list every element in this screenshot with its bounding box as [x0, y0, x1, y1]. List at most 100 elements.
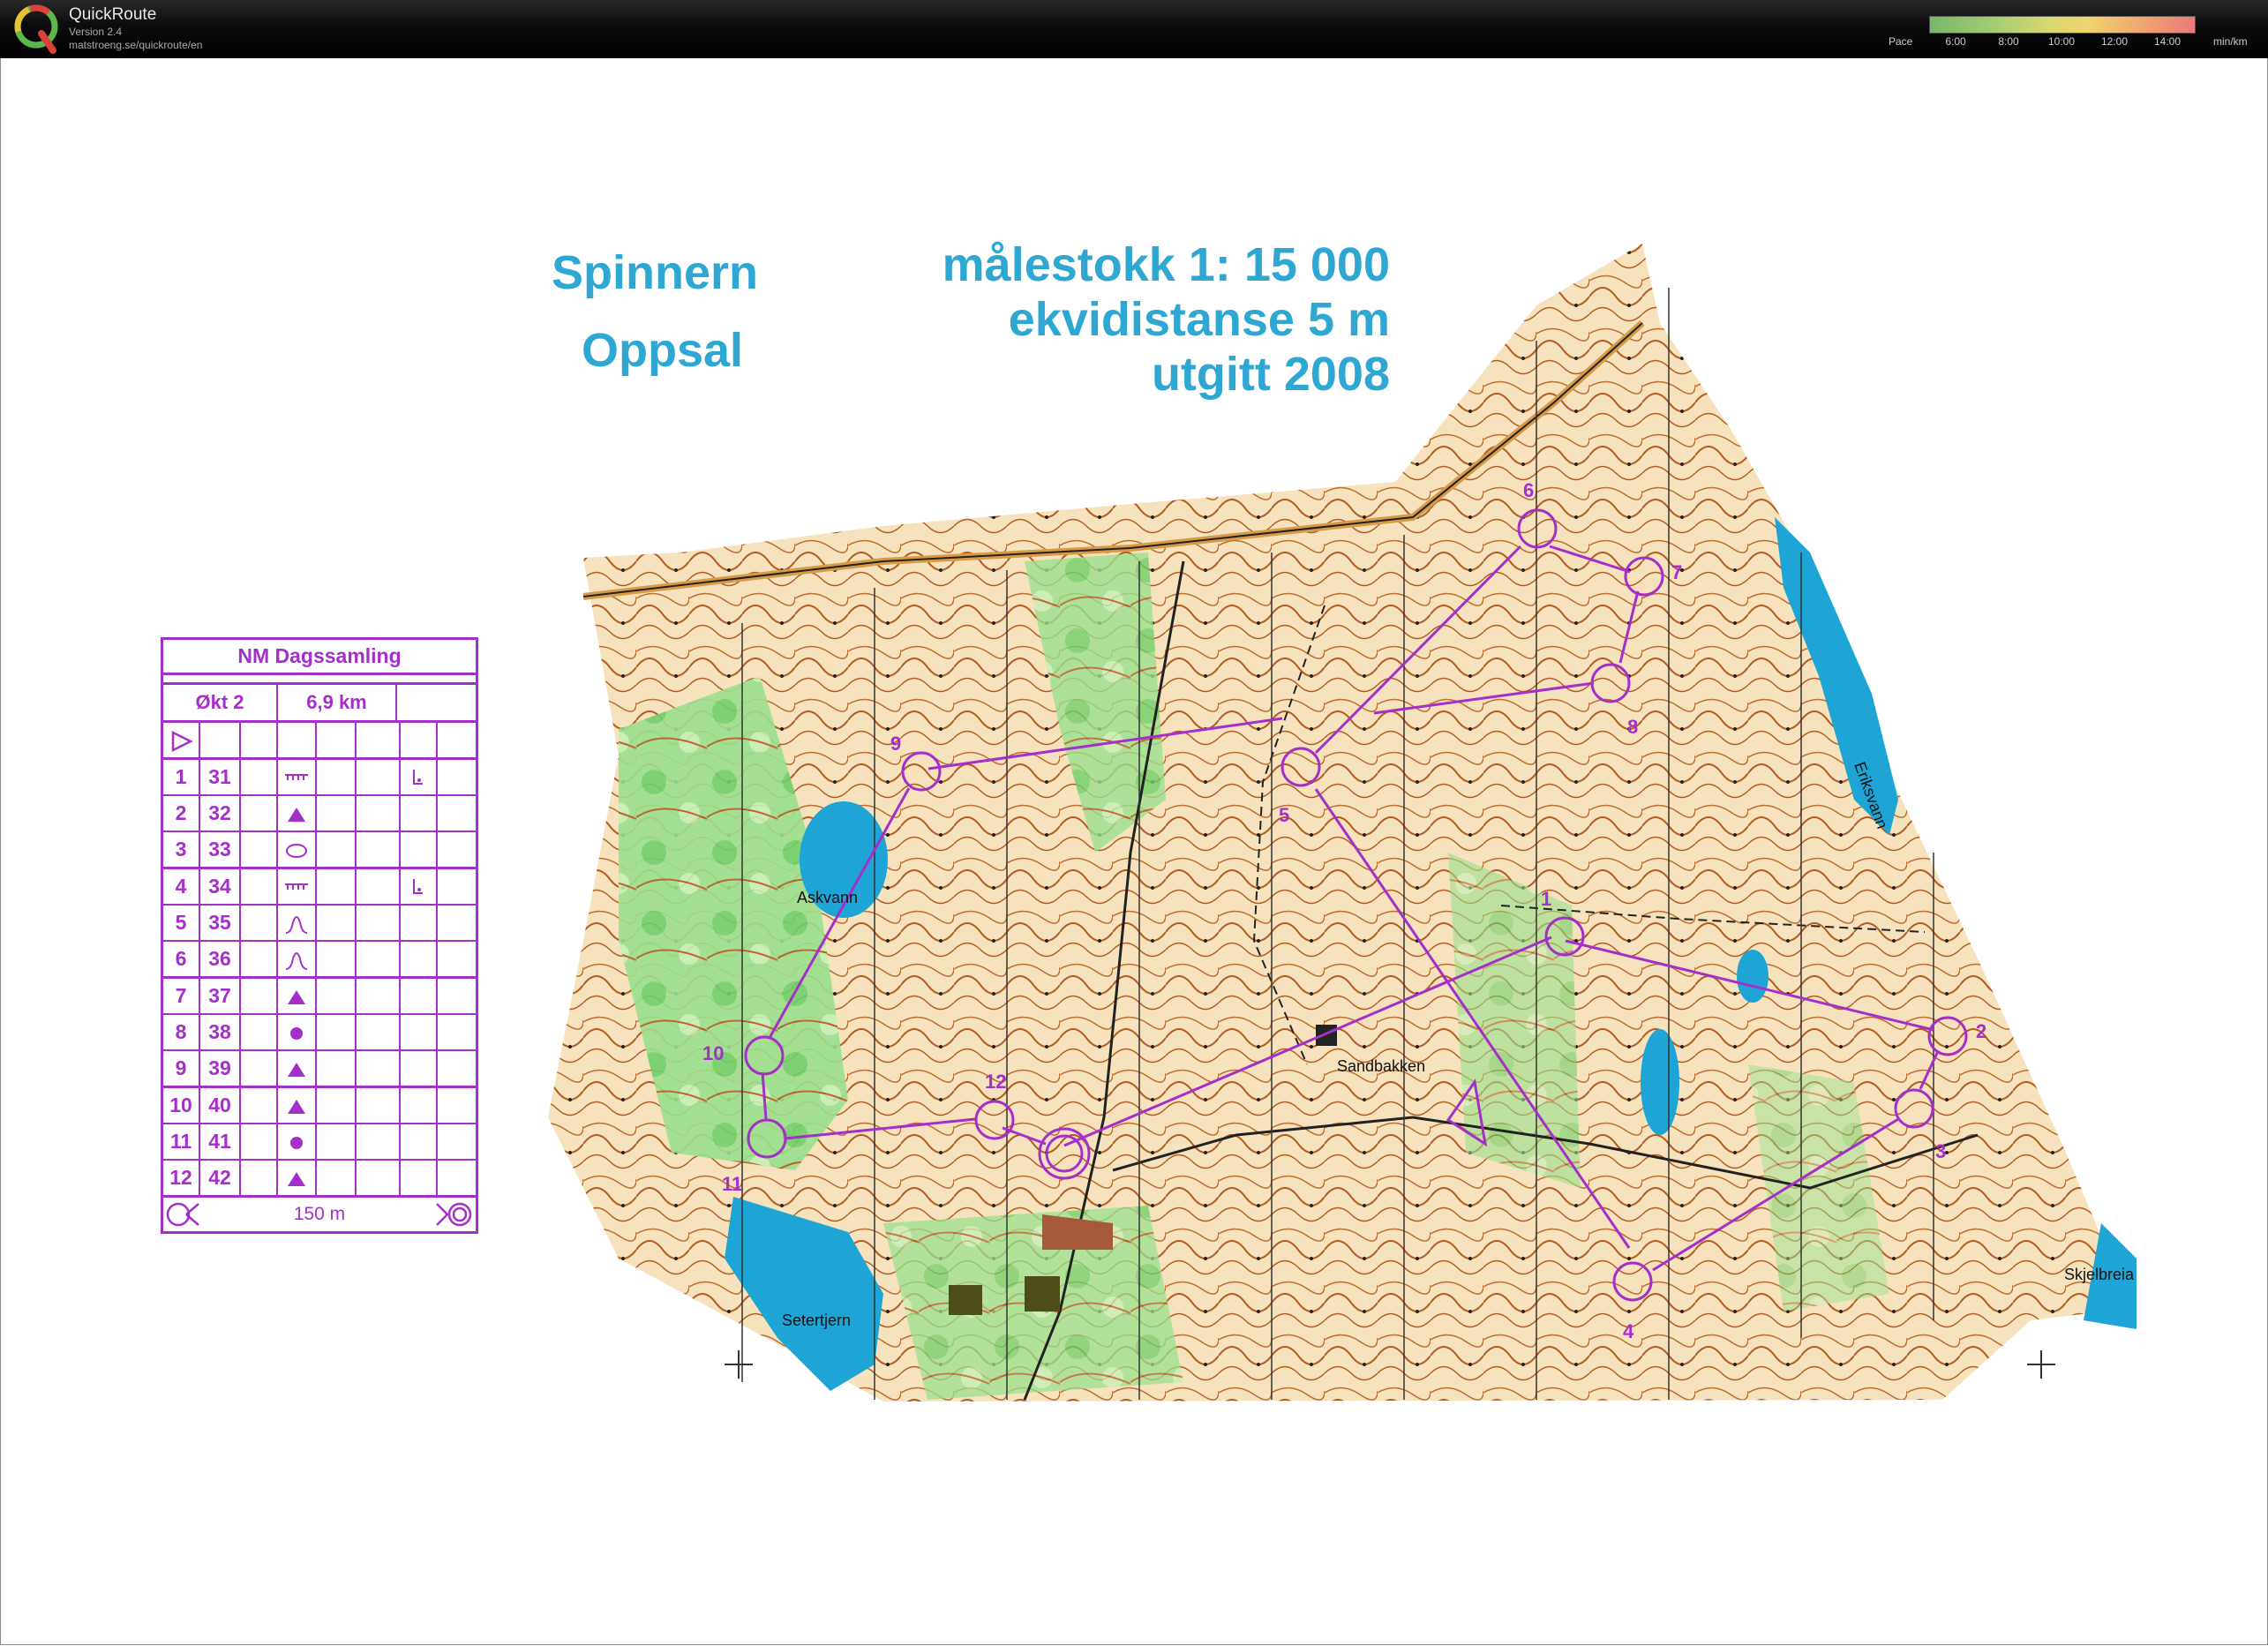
- pond: [1641, 1029, 1679, 1135]
- control-code: 36: [200, 942, 241, 976]
- control-sequence: 2: [163, 796, 200, 831]
- vegetation-area: [1448, 853, 1581, 1188]
- app-url-link[interactable]: matstroeng.se/quickroute/en: [69, 39, 202, 51]
- control-row: 2 32: [163, 796, 476, 832]
- control-sequence: 5: [163, 906, 200, 940]
- place-name: Sandbakken: [1337, 1057, 1425, 1075]
- control-number: 10: [702, 1042, 724, 1064]
- control-description: NM Dagssamling Økt 2 6,9 km 1 31 2 32 3 33 4 34…: [161, 637, 478, 1234]
- pond: [1737, 950, 1769, 1003]
- triangle-icon: [278, 1088, 317, 1123]
- pace-unit: min/km: [2213, 35, 2248, 48]
- cliff-icon: [278, 869, 317, 904]
- cliff-icon: [278, 760, 317, 794]
- control-sequence: 1: [163, 760, 200, 794]
- session-label: Økt 2: [163, 685, 278, 720]
- control-code: 42: [200, 1161, 241, 1195]
- pace-tick: 14:00: [2153, 35, 2182, 48]
- map-title: Spinnern: [552, 246, 759, 299]
- control-number: 8: [1627, 716, 1638, 738]
- blank-cell: [401, 1015, 438, 1049]
- blank-cell: [401, 796, 438, 831]
- title-bar: QuickRoute Version 2.4 matstroeng.se/qui…: [0, 0, 2268, 58]
- control-code: 33: [200, 832, 241, 867]
- control-number: 12: [985, 1071, 1006, 1093]
- pace-tick: 12:00: [2100, 35, 2129, 48]
- control-code: 37: [200, 979, 241, 1013]
- event-name: NM Dagssamling: [163, 640, 476, 675]
- control-sequence: 8: [163, 1015, 200, 1049]
- quickroute-logo-icon: [14, 4, 58, 54]
- app-version: Version 2.4: [69, 26, 123, 38]
- map-scale: målestokk 1: 15 000: [942, 238, 1390, 291]
- app-name: QuickRoute: [69, 5, 157, 24]
- control-sequence: 4: [163, 869, 200, 904]
- navigate-to-finish-icon: [166, 1202, 199, 1227]
- knoll-icon: [278, 906, 317, 940]
- blank-cell: [401, 1161, 438, 1195]
- control-sequence: 3: [163, 832, 200, 867]
- pace-tick: 6:00: [1945, 35, 1966, 48]
- triangle-icon: [278, 1051, 317, 1086]
- control-sequence: 10: [163, 1088, 200, 1123]
- blank-cell: [401, 979, 438, 1013]
- control-number: 6: [1523, 479, 1534, 501]
- foot-of-feature-icon: [401, 869, 438, 904]
- triangle-icon: [278, 796, 317, 831]
- control-row: 9 39: [163, 1051, 476, 1088]
- triangle-icon: [278, 979, 317, 1013]
- control-code: 35: [200, 906, 241, 940]
- map-published: utgitt 2008: [1151, 348, 1390, 401]
- control-code: 34: [200, 869, 241, 904]
- blank-cell: [401, 906, 438, 940]
- control-row: 11 41: [163, 1124, 476, 1161]
- control-sequence: 12: [163, 1161, 200, 1195]
- map-canvas[interactable]: 1 2 3 4 5 6 7 8 9 10 11 12 Askvann Seter…: [0, 58, 2268, 1645]
- pace-tick: 10:00: [2047, 35, 2076, 48]
- control-number: 7: [1671, 561, 1682, 583]
- place-name: Setertjern: [782, 1312, 851, 1329]
- pace-color-scale: [1929, 16, 2196, 34]
- control-row: 4 34: [163, 869, 476, 906]
- foot-of-feature-icon: [401, 760, 438, 794]
- building: [1025, 1276, 1060, 1312]
- control-number: 9: [890, 733, 901, 755]
- control-code: 39: [200, 1051, 241, 1086]
- finish-distance: 150 m: [293, 1204, 346, 1224]
- control-code: 31: [200, 760, 241, 794]
- map-area: Oppsal: [582, 324, 744, 377]
- map-contour-interval: ekvidistanse 5 m: [1008, 293, 1390, 346]
- blank-cell: [401, 942, 438, 976]
- control-code: 38: [200, 1015, 241, 1049]
- blank-cell: [401, 832, 438, 867]
- control-sequence: 7: [163, 979, 200, 1013]
- blank-cell: [401, 1051, 438, 1086]
- control-row: 6 36: [163, 942, 476, 979]
- blank-cell: [401, 1088, 438, 1123]
- control-row: 5 35: [163, 906, 476, 942]
- control-number: 4: [1623, 1320, 1634, 1342]
- control-row: 8 38: [163, 1015, 476, 1051]
- finish-row: 150 m: [163, 1198, 476, 1231]
- control-sequence: 6: [163, 942, 200, 976]
- dot-icon: [278, 1124, 317, 1159]
- building: [949, 1285, 982, 1315]
- control-code: 32: [200, 796, 241, 831]
- triangle-icon: [278, 1161, 317, 1195]
- control-row: 10 40: [163, 1088, 476, 1124]
- knoll-icon: [278, 942, 317, 976]
- control-number: 3: [1935, 1140, 1946, 1162]
- control-row: 12 42: [163, 1161, 476, 1198]
- control-number: 11: [722, 1173, 742, 1195]
- start-icon: [163, 723, 200, 757]
- control-row: 3 33: [163, 832, 476, 869]
- header-blank: [397, 685, 476, 720]
- control-number: 2: [1976, 1020, 1986, 1042]
- control-code: 40: [200, 1088, 241, 1123]
- ellipse-icon: [278, 832, 317, 867]
- start-row: [163, 723, 476, 760]
- control-number: 1: [1541, 888, 1551, 910]
- pace-tick: 8:00: [1998, 35, 2019, 48]
- blank-cell: [401, 1124, 438, 1159]
- control-sequence: 11: [163, 1124, 200, 1159]
